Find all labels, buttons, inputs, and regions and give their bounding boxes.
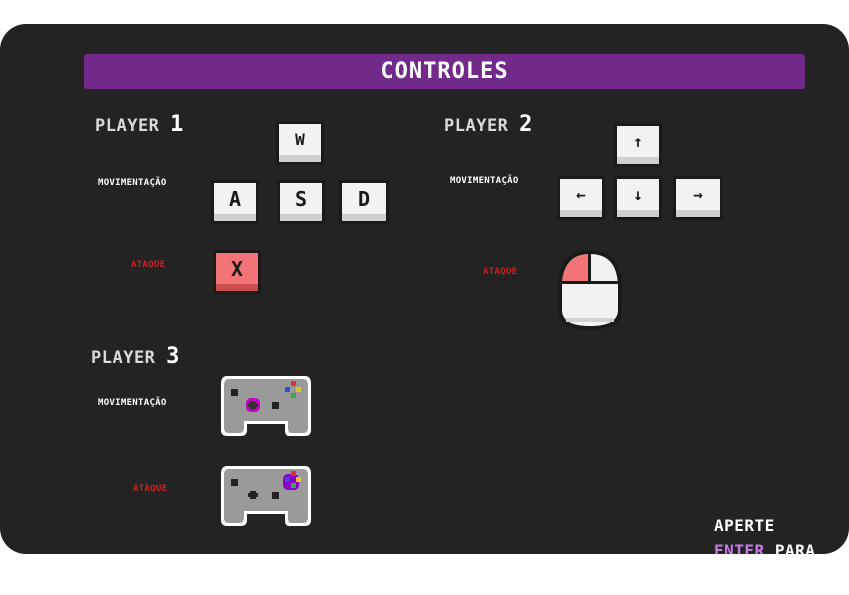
player3-label-text: PLAYER	[91, 348, 156, 368]
key-d: D	[339, 180, 389, 224]
player2-label: PLAYER 2	[444, 112, 533, 137]
player1-label: PLAYER 1	[95, 112, 184, 137]
key-arrow-down: ↓	[614, 176, 662, 220]
gamepad-button-icon	[221, 466, 311, 526]
key-x: X	[213, 250, 261, 294]
arrow-right-icon: →	[693, 185, 703, 204]
key-s: S	[277, 180, 325, 224]
key-w: W	[276, 121, 324, 165]
enter-key-highlight: ENTER	[714, 541, 765, 554]
controls-panel: CONTROLES PLAYER 1 MOVIMENTAÇÃO ATAQUE W…	[0, 24, 849, 554]
player3-attack-label: ATAQUE	[133, 484, 168, 494]
player2-move-label: MOVIMENTAÇÃO	[450, 176, 519, 186]
key-d-label: D	[357, 187, 371, 211]
player3-number: 3	[166, 344, 180, 369]
player3-move-label: MOVIMENTAÇÃO	[98, 398, 167, 408]
mouse-left-click-icon	[558, 250, 622, 330]
press-enter-line2: ENTER PARA	[714, 541, 815, 554]
arrow-left-icon: ←	[576, 185, 586, 204]
key-x-label: X	[230, 257, 244, 281]
player3-label: PLAYER 3	[91, 344, 180, 369]
key-a-label: A	[228, 187, 242, 211]
arrow-up-icon: ↑	[633, 132, 643, 151]
player1-label-text: PLAYER	[95, 116, 160, 136]
player2-attack-label: ATAQUE	[483, 267, 518, 277]
page-title: CONTROLES	[380, 59, 509, 84]
key-arrow-right: →	[673, 176, 723, 220]
title-bar: CONTROLES	[84, 54, 805, 89]
gamepad-dpad-icon	[221, 376, 311, 436]
press-enter-rest: PARA	[774, 541, 816, 554]
player2-label-text: PLAYER	[444, 116, 509, 136]
key-a: A	[211, 180, 259, 224]
player2-number: 2	[519, 112, 533, 137]
key-arrow-left: ←	[557, 176, 605, 220]
key-arrow-up: ↑	[614, 123, 662, 167]
player1-number: 1	[170, 112, 184, 137]
key-s-label: S	[294, 187, 308, 211]
arrow-down-icon: ↓	[633, 185, 643, 204]
player1-move-label: MOVIMENTAÇÃO	[98, 178, 167, 188]
player1-attack-label: ATAQUE	[131, 260, 166, 270]
key-w-label: W	[295, 130, 305, 149]
press-enter-line1: APERTE	[714, 516, 775, 535]
